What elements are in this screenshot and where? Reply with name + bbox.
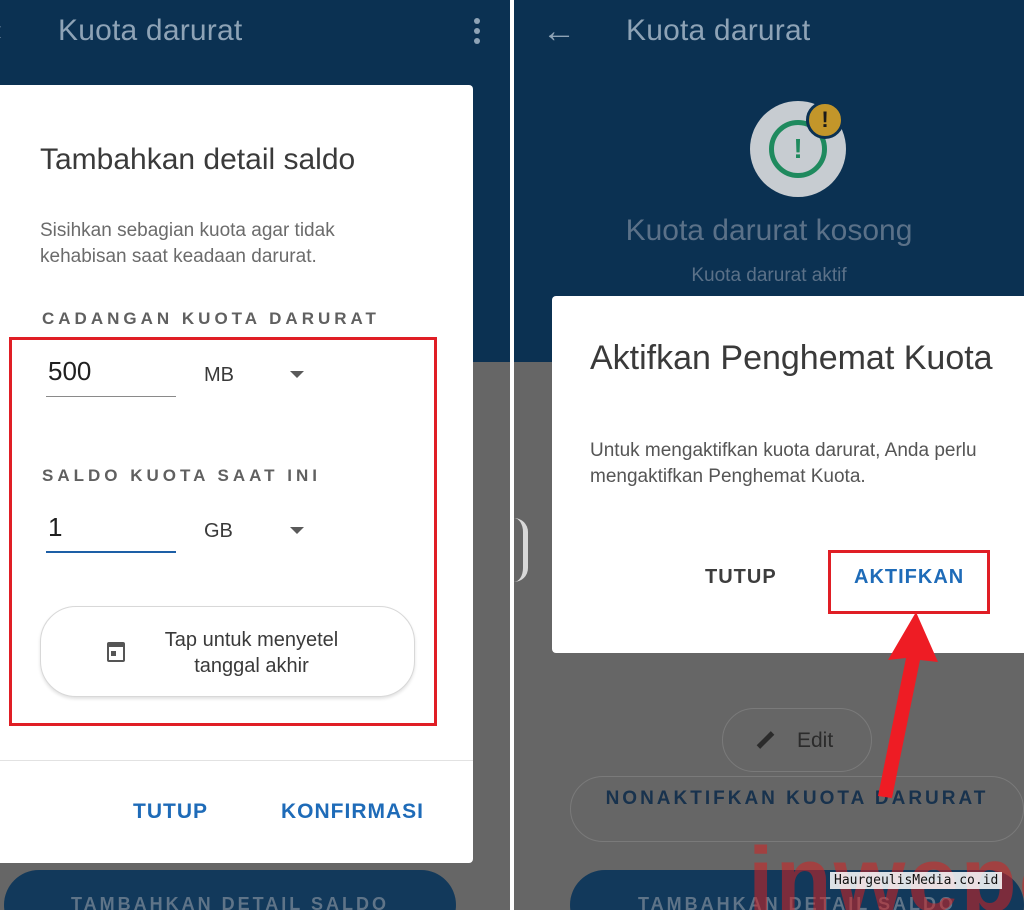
confirm-button[interactable]: KONFIRMASI [281, 800, 424, 824]
app-bar-title: Kuota darurat [626, 14, 811, 47]
highlight-box [9, 337, 437, 726]
close-button[interactable]: TUTUP [705, 566, 777, 589]
back-arrow-icon[interactable]: ‹ [0, 14, 2, 48]
dialog-description: Sisihkan sebagian kuota agar tidak kehab… [40, 220, 335, 267]
screenshot-stage: ‹ Kuota darurat TAMBAHKAN DETAIL SALDO T… [0, 0, 1024, 910]
dialog-title: Tambahkan detail saldo [40, 143, 356, 176]
warning-badge-icon: ! [806, 101, 844, 139]
watermark-caption: HaurgeulisMedia.co.id [830, 872, 1003, 889]
back-arrow-icon[interactable]: ← [542, 12, 576, 51]
empty-state-subtitle: Kuota darurat aktif [691, 265, 847, 286]
left-phone-screen: ‹ Kuota darurat TAMBAHKAN DETAIL SALDO T… [0, 0, 510, 910]
empty-state-title: Kuota darurat kosong [625, 214, 913, 247]
pencil-icon [756, 731, 775, 749]
dialog-title: Aktifkan Penghemat Kuota [590, 339, 993, 377]
dialog-body: Untuk mengaktifkan kuota darurat, Anda p… [590, 440, 977, 487]
add-balance-detail-button[interactable]: TAMBAHKAN DETAIL SALDO [4, 870, 456, 910]
app-bar-title: Kuota darurat [58, 14, 243, 47]
highlight-box [828, 550, 990, 614]
more-options-icon[interactable] [470, 18, 484, 50]
close-button[interactable]: TUTUP [133, 800, 208, 824]
watermark-logo: inwepo [748, 829, 1024, 910]
reserve-quota-label: CADANGAN KUOTA DARURAT [42, 309, 380, 328]
annotation-arrow-icon [878, 612, 938, 798]
